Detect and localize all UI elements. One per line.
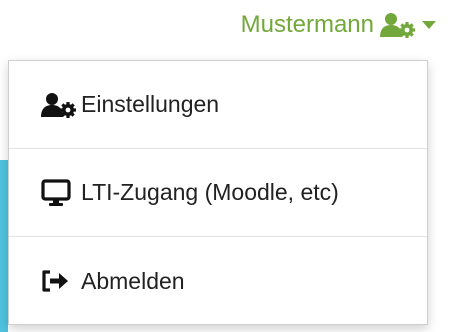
- background-accent-bar: [0, 160, 8, 332]
- username-label: Mustermann: [240, 11, 374, 38]
- menu-item-label: Einstellungen: [81, 91, 220, 117]
- user-cog-icon: [41, 92, 81, 118]
- sign-out-icon: [41, 269, 81, 293]
- user-cog-icon: [380, 12, 416, 38]
- caret-down-icon: [422, 20, 436, 30]
- desktop-monitor-icon: [41, 178, 81, 207]
- menu-item-label: LTI-Zugang (Moodle, etc): [81, 179, 339, 205]
- user-dropdown-menu: Einstellungen LTI-Zugang (Moodle, etc) A…: [8, 60, 428, 325]
- menu-item-label: Abmelden: [81, 267, 185, 294]
- menu-item-lti-access[interactable]: LTI-Zugang (Moodle, etc): [9, 149, 427, 237]
- page: Mustermann Einstellungen LTI-Zugang (Moo…: [0, 0, 452, 332]
- user-menu-toggle[interactable]: Mustermann: [241, 8, 436, 42]
- menu-item-logout[interactable]: Abmelden: [9, 237, 427, 325]
- menu-item-settings[interactable]: Einstellungen: [9, 61, 427, 149]
